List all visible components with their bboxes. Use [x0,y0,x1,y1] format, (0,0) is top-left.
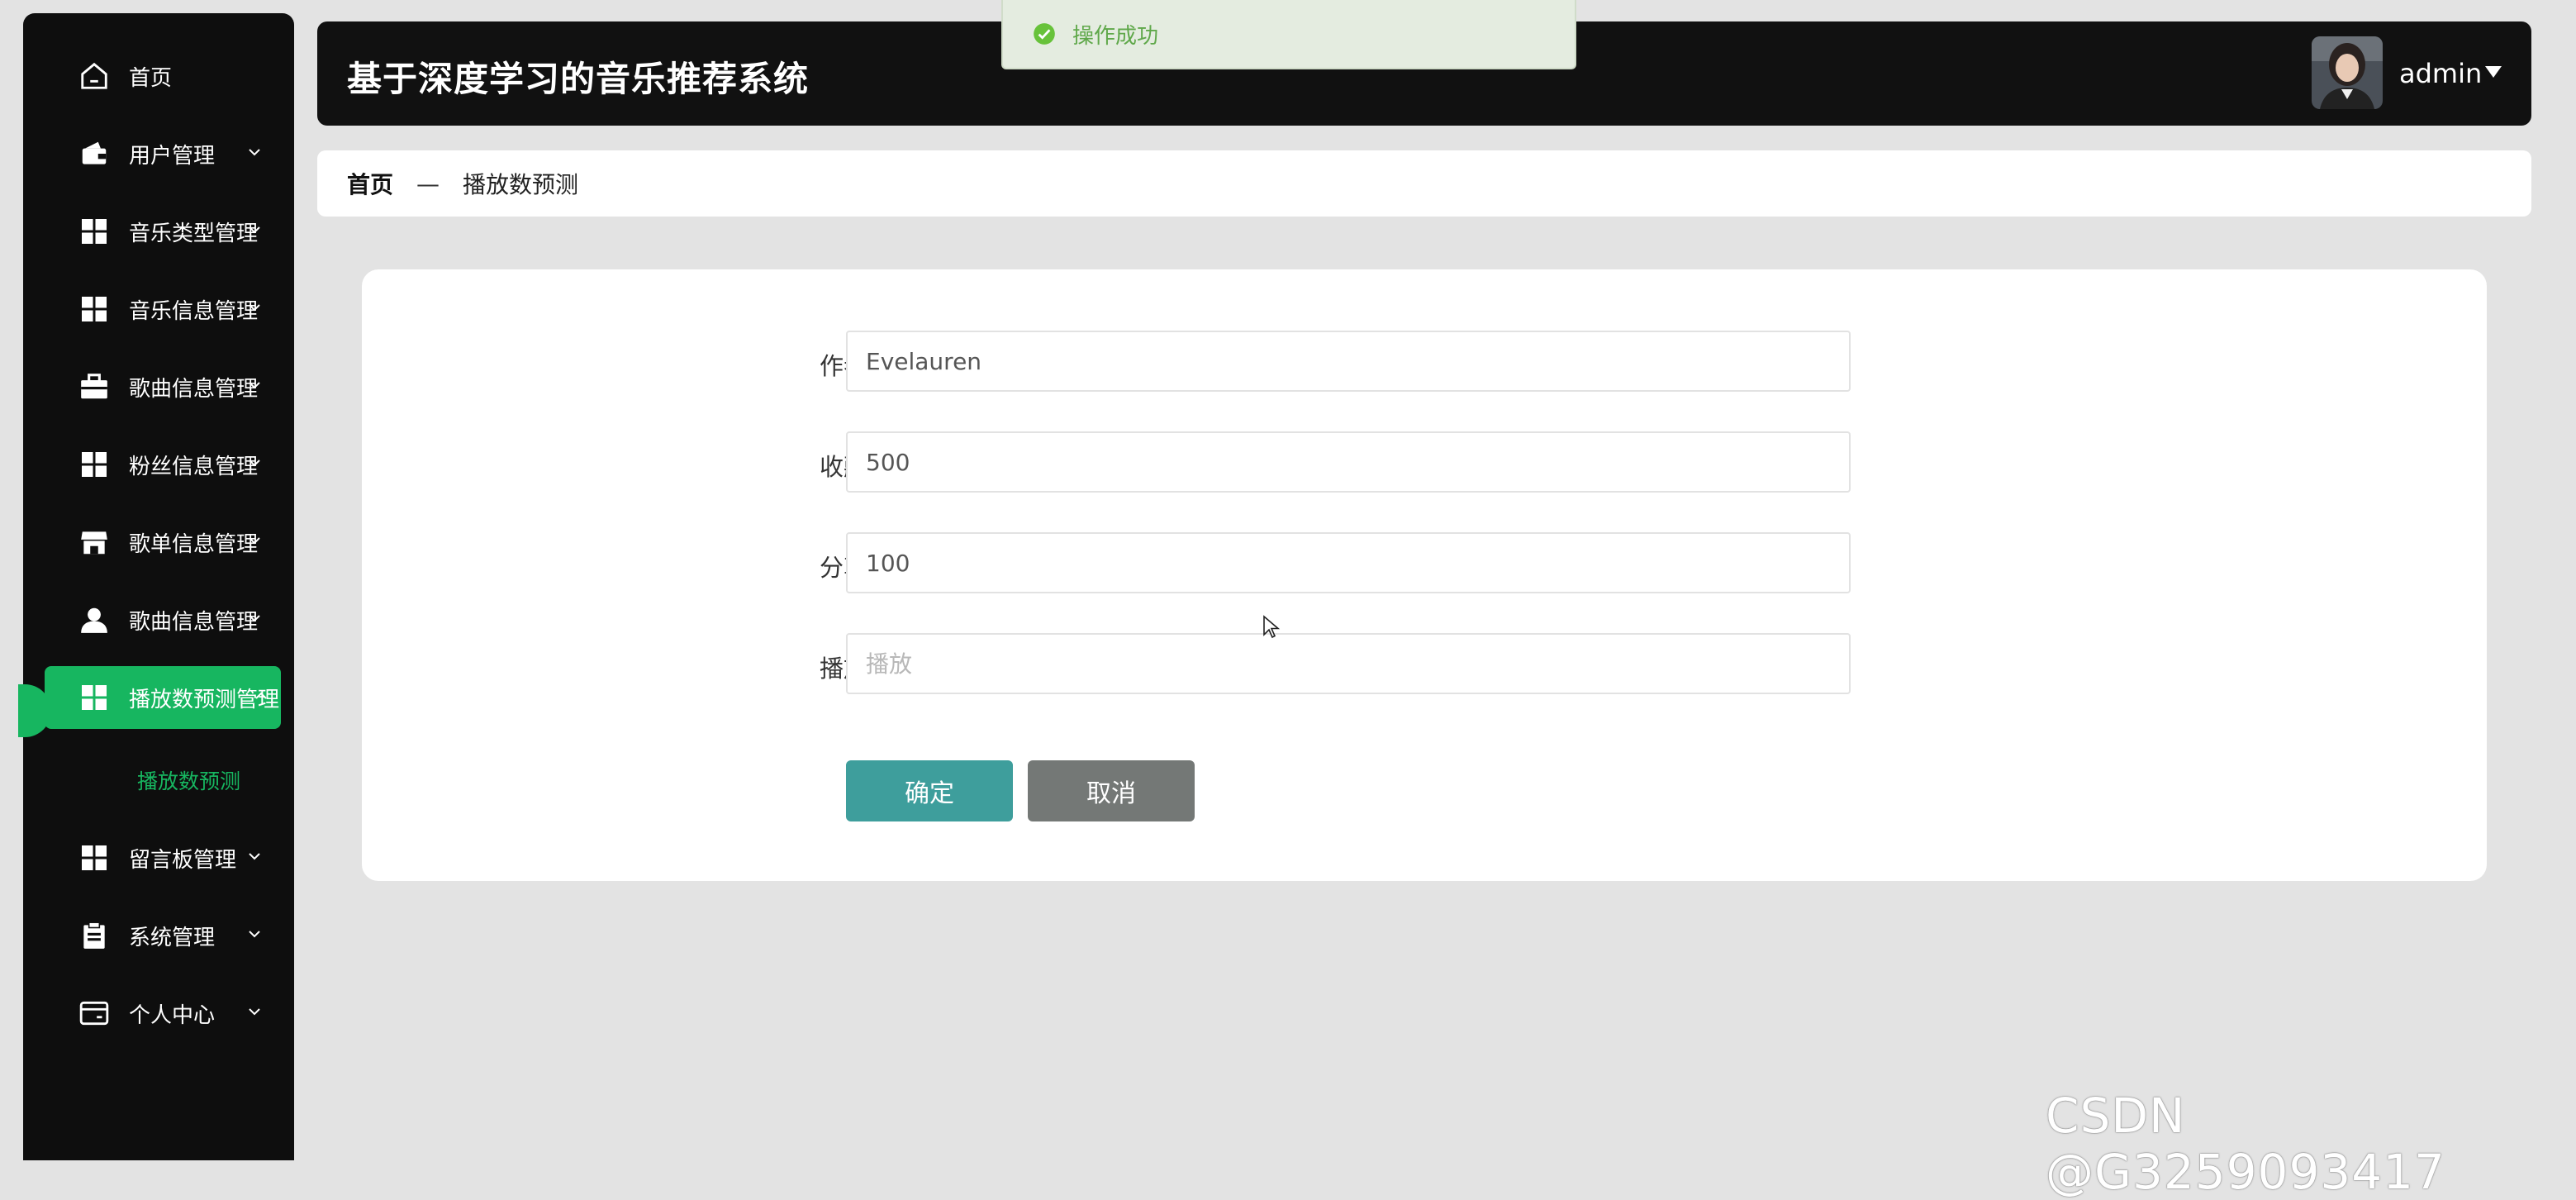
sidebar-item-music-info[interactable]: 音乐信息管理 [45,278,281,340]
sidebar-item-label: 留言板管理 [129,847,237,873]
avatar[interactable] [2312,36,2383,109]
sidebar-item-label: 首页 [129,65,173,91]
grid-icon [78,215,111,248]
confirm-button[interactable]: 确定 [846,760,1013,821]
grid-icon [78,681,111,714]
chevron-down-icon [249,931,260,938]
sidebar: 首页 用户管理 音乐类型管理 音乐信息管理 歌曲信息管理 粉丝信息管理 歌单信息… [18,13,294,1160]
sidebar-item-label: 粉丝信息管理 [129,454,259,479]
caret-down-icon[interactable] [2483,64,2503,79]
chevron-down-icon [249,615,260,622]
user-name[interactable]: admin [2399,58,2482,89]
sidebar-item-profile[interactable]: 个人中心 [45,982,281,1045]
author-input[interactable] [846,331,1851,392]
sidebar-item-label: 歌单信息管理 [129,531,259,557]
clipboard-icon [78,919,111,952]
sidebar-item-playlists[interactable]: 歌单信息管理 [45,511,281,574]
sidebar-item-system[interactable]: 系统管理 [45,904,281,967]
sidebar-item-users[interactable]: 用户管理 [45,122,281,185]
sidebar-item-label: 个人中心 [129,1002,216,1028]
app-title: 基于深度学习的音乐推荐系统 [347,59,810,99]
sidebar-item-label: 歌曲信息管理 [129,609,259,635]
form-row-shares: 分享 [362,532,2487,593]
chevron-down-icon [249,149,260,156]
sidebar-item-song-info-2[interactable]: 歌曲信息管理 [45,588,281,651]
sidebar-item-label: 音乐类型管理 [129,221,259,246]
grid-icon [78,448,111,481]
grid-icon [78,293,111,326]
chevron-down-icon [249,460,260,467]
chevron-down-icon [249,537,260,545]
sidebar-item-label: 音乐信息管理 [129,298,259,324]
watermark: CSDN @G3259093417 [2046,1088,2445,1200]
chevron-down-icon [249,304,260,312]
breadcrumb-home[interactable]: 首页 [347,167,393,200]
plays-input[interactable] [846,633,1851,694]
breadcrumb-current: 播放数预测 [463,171,579,198]
home-icon [78,60,111,93]
chevron-up-icon [255,692,267,699]
briefcase-icon [78,370,111,403]
grid-icon [78,841,111,874]
sidebar-item-play-prediction[interactable]: 播放数预测管理 [45,666,281,729]
cancel-button[interactable]: 取消 [1028,760,1195,821]
sidebar-item-label: 用户管理 [129,143,216,169]
mouse-cursor-icon [1263,615,1281,639]
chevron-down-icon [249,853,260,860]
chevron-down-icon [249,226,260,234]
form-row-favorites: 收藏 [362,431,2487,493]
form-row-plays: 播放 [362,633,2487,694]
sidebar-item-music-types[interactable]: 音乐类型管理 [45,200,281,263]
sidebar-item-message-board[interactable]: 留言板管理 [45,826,281,889]
breadcrumb-separator: — [416,169,440,198]
check-circle-icon [1034,23,1055,45]
user-icon [78,603,111,636]
shop-icon [78,526,111,559]
chevron-down-icon [249,1008,260,1016]
sidebar-item-label: 歌曲信息管理 [129,376,259,402]
sidebar-item-label: 系统管理 [129,925,216,950]
sidebar-item-fans[interactable]: 粉丝信息管理 [45,433,281,496]
sidebar-subitem-play-prediction[interactable]: 播放数预测 [137,765,240,795]
shares-input[interactable] [846,532,1851,593]
breadcrumb: 首页 — 播放数预测 [317,150,2531,217]
form-row-author: 作者 [362,331,2487,392]
card-icon [78,997,111,1030]
success-toast: 操作成功 [1001,0,1576,69]
prediction-form: 作者 收藏 分享 播放 确定 取消 [362,269,2487,881]
favorites-input[interactable] [846,431,1851,493]
toast-message: 操作成功 [1072,23,1159,49]
wallet-icon [78,137,111,170]
sidebar-item-home[interactable]: 首页 [45,45,281,107]
sidebar-item-song-info[interactable]: 歌曲信息管理 [45,355,281,418]
chevron-down-icon [249,382,260,389]
